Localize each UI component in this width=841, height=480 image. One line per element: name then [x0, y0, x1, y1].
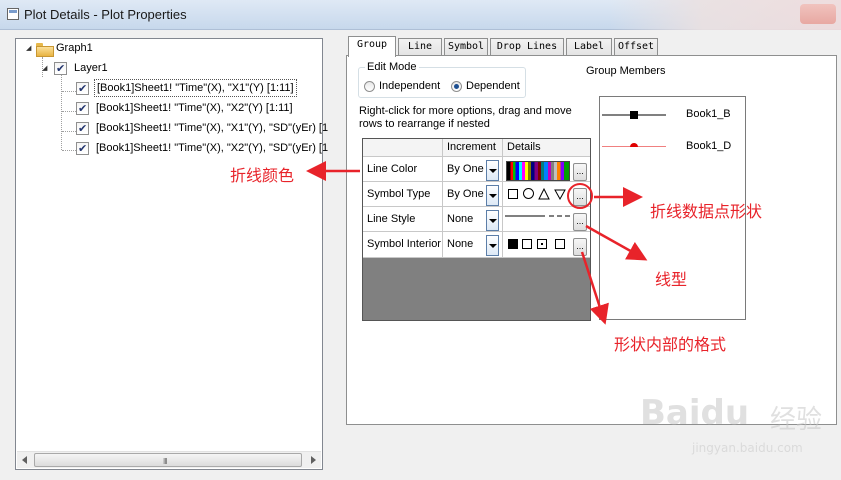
hint-line-1: Right-click for more options, drag and m… — [359, 105, 572, 117]
annotation-symbol-shape: 折线数据点形状 — [650, 202, 763, 221]
dataset-checkbox[interactable] — [76, 140, 89, 158]
tree-guide — [62, 150, 76, 151]
increment-dropdown-button[interactable] — [486, 185, 499, 206]
line-style-ellipsis-button[interactable]: ... — [573, 213, 587, 231]
solid-interior-icon — [508, 239, 518, 249]
table-row[interactable]: Line Style None — [363, 207, 590, 232]
watermark-cn: 经验 — [770, 404, 823, 434]
folder-icon — [36, 43, 54, 57]
tab-symbol[interactable]: Symbol — [444, 38, 488, 56]
row-name: Line Color — [363, 157, 443, 181]
increment-dropdown-button[interactable] — [486, 210, 499, 231]
row-name: Symbol Type — [363, 182, 443, 206]
annotation-interior: 形状内部的格式 — [614, 335, 727, 354]
watermark-logo: Baidu — [640, 393, 750, 433]
annotation-line-style: 线型 — [655, 270, 688, 289]
independent-label[interactable]: Independent — [379, 80, 440, 92]
line-color-ellipsis-button[interactable]: ... — [573, 163, 587, 181]
tree-label-layer: Layer1 — [74, 62, 108, 74]
plot-tree-panel[interactable]: ◢ Graph1 ◢ Layer1 [Book1]Sheet1! "Time"(… — [15, 38, 328, 470]
red-circle-marker-icon — [630, 143, 638, 147]
black-square-marker-icon — [630, 111, 638, 119]
triangle-symbols — [538, 187, 566, 200]
window-app-icon — [7, 8, 19, 20]
dataset-checkbox[interactable] — [76, 100, 89, 118]
hint-line-2: rows to rearrange if nested — [359, 118, 490, 130]
tree-label-dataset: [Book1]Sheet1! "Time"(X), "X1"(Y), "SD"(… — [96, 122, 329, 134]
layer-checkbox[interactable] — [54, 60, 67, 78]
symbol-interior-ellipsis-button[interactable]: ... — [573, 238, 587, 256]
grid-header-name — [363, 139, 443, 156]
grid-header-details: Details — [507, 141, 541, 153]
member-item[interactable]: Book1_D — [686, 140, 731, 152]
increment-dropdown-button[interactable] — [486, 235, 499, 256]
triangle-up-icon — [538, 187, 550, 200]
tab-drop-lines[interactable]: Drop Lines — [490, 38, 564, 56]
scroll-left-icon[interactable] — [22, 456, 27, 464]
symbol-type-ellipsis-button[interactable]: ... — [573, 188, 587, 206]
square-symbol-icon — [508, 189, 518, 199]
baidu-watermark: Baidu 经验 jingyan.baidu.com — [640, 385, 840, 465]
tree-horizontal-scrollbar[interactable]: III — [17, 451, 321, 468]
watermark-url: jingyan.baidu.com — [692, 441, 803, 455]
hollow-interior-icon — [555, 239, 565, 249]
collapse-icon[interactable]: ◢ — [42, 65, 49, 72]
line-style-samples — [505, 215, 571, 217]
independent-radio[interactable] — [364, 81, 375, 92]
close-button[interactable] — [800, 4, 836, 24]
row-name: Line Style — [363, 207, 443, 231]
tree-label-dataset: [Book1]Sheet1! "Time"(X), "X2"(Y) [1:11] — [96, 102, 293, 114]
circle-symbol-icon — [523, 188, 534, 199]
scroll-right-icon[interactable] — [311, 456, 316, 464]
tree-guide — [62, 91, 76, 92]
color-list-swatch — [506, 161, 570, 181]
member-legend-lines — [602, 111, 666, 147]
dependent-label[interactable]: Dependent — [466, 80, 520, 92]
triangle-down-icon — [554, 189, 566, 200]
window-title: Plot Details - Plot Properties — [24, 7, 187, 22]
dot-center-interior-icon — [537, 239, 547, 249]
annotation-line-color: 折线颜色 — [230, 166, 295, 185]
scroll-grip: III — [163, 457, 168, 466]
collapse-icon[interactable]: ◢ — [26, 45, 33, 52]
dataset-checkbox[interactable] — [76, 80, 89, 98]
grid-header-increment: Increment — [443, 139, 503, 156]
member-item[interactable]: Book1_B — [686, 108, 731, 120]
tab-offset[interactable]: Offset — [614, 38, 658, 56]
row-name: Symbol Interior — [363, 232, 443, 257]
tree-guide — [61, 75, 62, 150]
tab-group[interactable]: Group — [348, 36, 396, 57]
edit-mode-title: Edit Mode — [365, 61, 419, 73]
tree-label-dataset: [Book1]Sheet1! "Time"(X), "X2"(Y), "SD"(… — [96, 142, 329, 154]
tree-label-graph: Graph1 — [56, 42, 93, 54]
tree-label-dataset: [Book1]Sheet1! "Time"(X), "X1"(Y) [1:11] — [94, 79, 297, 97]
tab-line[interactable]: Line — [398, 38, 442, 56]
tree-guide — [62, 111, 76, 112]
group-members-title: Group Members — [586, 65, 666, 77]
title-bar: Plot Details - Plot Properties — [0, 0, 841, 30]
tree-guide — [62, 131, 76, 132]
open-interior-icon — [522, 239, 532, 249]
scrollbar-thumb[interactable]: III — [34, 453, 302, 467]
grid-header-row: Increment Details — [363, 139, 590, 157]
dependent-radio[interactable] — [451, 81, 462, 92]
increment-dropdown-button[interactable] — [486, 160, 499, 181]
dataset-checkbox[interactable] — [76, 120, 89, 138]
tab-label[interactable]: Label — [566, 38, 612, 56]
